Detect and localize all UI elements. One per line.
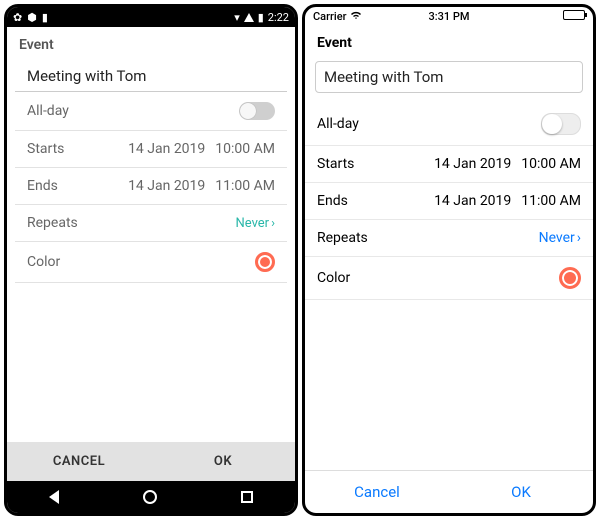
repeats-label: Repeats [27, 215, 78, 231]
carrier-label: Carrier [313, 10, 346, 23]
recents-icon[interactable] [241, 491, 253, 503]
wifi-icon [350, 10, 362, 23]
sim-icon: ▮ [42, 11, 48, 24]
event-title-input[interactable]: Meeting with Tom [315, 61, 583, 93]
status-time: 2:22 [268, 11, 289, 24]
android-action-bar: CANCEL OK [7, 442, 295, 481]
ends-date: 14 Jan 2019 [434, 193, 511, 209]
color-swatch[interactable] [559, 267, 581, 289]
starts-time: 10:00 AM [521, 156, 581, 172]
android-status-bar: ✿ ⬢ ▮ ▾ ▮ 2:22 [7, 7, 295, 27]
status-right-icons: ▾ ▮ 2:22 [234, 11, 289, 24]
chevron-right-icon: › [577, 230, 581, 246]
starts-date: 14 Jan 2019 [128, 141, 205, 157]
android-content: Event Meeting with Tom All-day Starts 14… [7, 27, 295, 513]
cancel-button[interactable]: Cancel [305, 471, 449, 513]
cancel-button[interactable]: CANCEL [7, 442, 151, 481]
color-row[interactable]: Color [305, 257, 593, 300]
ends-label: Ends [27, 178, 58, 194]
ends-row[interactable]: Ends 14 Jan 2019 11:00 AM [15, 168, 287, 205]
battery-icon [563, 10, 585, 20]
home-icon[interactable] [143, 490, 157, 504]
wifi-icon: ▾ [234, 11, 240, 24]
ios-status-bar: Carrier 3:31 PM [305, 7, 593, 25]
allday-row[interactable]: All-day [15, 92, 287, 131]
ok-button[interactable]: OK [151, 442, 295, 481]
ends-time: 11:00 AM [521, 193, 581, 209]
starts-row[interactable]: Starts 14 Jan 2019 10:00 AM [305, 146, 593, 183]
starts-time: 10:00 AM [215, 141, 275, 157]
status-left-icons: ✿ ⬢ ▮ [13, 11, 48, 24]
starts-date: 14 Jan 2019 [434, 156, 511, 172]
allday-switch[interactable] [239, 102, 275, 120]
starts-label: Starts [27, 141, 64, 157]
repeats-label: Repeats [317, 230, 368, 246]
allday-label: All-day [27, 103, 69, 119]
starts-label: Starts [317, 156, 354, 172]
page-title: Event [7, 27, 295, 59]
color-row[interactable]: Color [15, 242, 287, 283]
allday-switch[interactable] [541, 113, 581, 135]
color-label: Color [317, 270, 350, 286]
signal-icon [244, 13, 254, 22]
ios-phone: Carrier 3:31 PM Event Meeting with Tom A… [302, 4, 596, 516]
ok-button[interactable]: OK [449, 471, 593, 513]
repeats-value-text: Never [235, 216, 269, 231]
ends-time: 11:00 AM [215, 178, 275, 194]
ends-label: Ends [317, 193, 348, 209]
ios-action-bar: Cancel OK [305, 470, 593, 513]
page-title: Event [305, 25, 593, 57]
repeats-value-text: Never [539, 230, 575, 246]
ends-row[interactable]: Ends 14 Jan 2019 11:00 AM [305, 183, 593, 220]
status-left: Carrier [313, 10, 362, 23]
starts-row[interactable]: Starts 14 Jan 2019 10:00 AM [15, 131, 287, 168]
battery-icon: ▮ [258, 11, 264, 24]
status-right [563, 10, 585, 23]
repeats-value: Never › [235, 216, 275, 231]
event-title-input[interactable]: Meeting with Tom [15, 59, 287, 92]
allday-label: All-day [317, 116, 359, 132]
color-label: Color [27, 254, 60, 270]
chevron-right-icon: › [271, 216, 275, 231]
repeats-row[interactable]: Repeats Never › [305, 220, 593, 257]
repeats-row[interactable]: Repeats Never › [15, 205, 287, 242]
repeats-value: Never › [539, 230, 581, 246]
color-swatch[interactable] [255, 252, 275, 272]
android-phone: ✿ ⬢ ▮ ▾ ▮ 2:22 Event Meeting with Tom Al… [4, 4, 298, 516]
gear-icon: ✿ [13, 11, 22, 24]
ios-content: Event Meeting with Tom All-day Starts 14… [305, 25, 593, 513]
back-icon[interactable] [49, 490, 59, 504]
android-nav-bar [7, 481, 295, 513]
shield-icon: ⬢ [27, 11, 37, 24]
allday-row[interactable]: All-day [305, 103, 593, 146]
ends-date: 14 Jan 2019 [128, 178, 205, 194]
